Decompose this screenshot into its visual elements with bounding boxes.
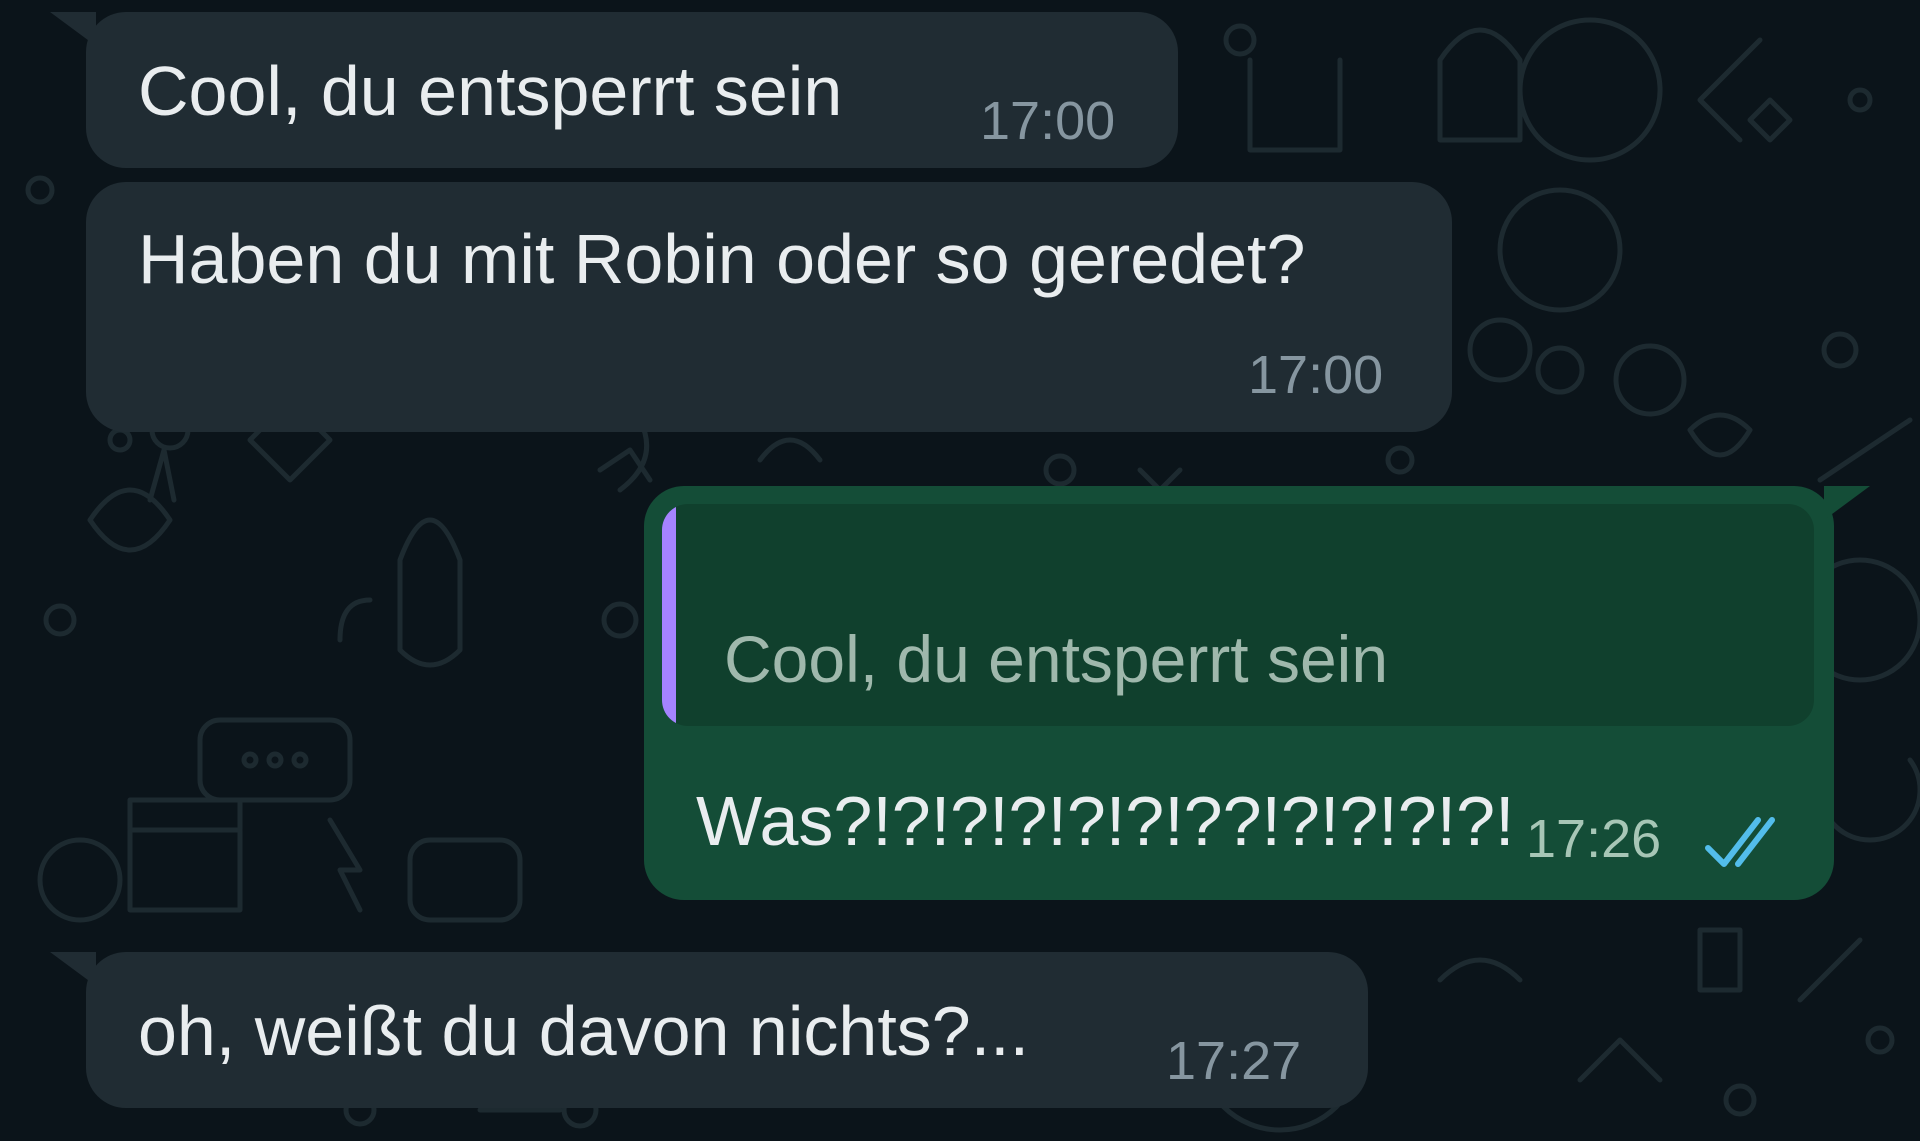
bubble-tail	[1824, 486, 1870, 520]
quoted-message-text: Cool, du entsperrt sein	[724, 622, 1389, 696]
bubble-tail	[50, 12, 96, 46]
message-text: Haben du mit Robin oder so geredet?	[138, 220, 1306, 298]
message-time: 17:27	[1166, 1031, 1302, 1091]
message-text: Cool, du entsperrt sein	[138, 52, 843, 130]
message-time: 17:26	[1526, 809, 1662, 869]
message-text: Was?!?!?!?!?!?!??!?!?!?!?!	[696, 782, 1515, 860]
message-text: oh, weißt du davon nichts?...	[138, 992, 1030, 1070]
incoming-message[interactable]: Cool, du entsperrt sein 17:00	[50, 12, 1178, 168]
bubble-tail	[50, 952, 96, 986]
incoming-message[interactable]: Haben du mit Robin oder so geredet? 17:0…	[86, 182, 1452, 432]
quoted-message[interactable]: Cool, du entsperrt sein	[662, 504, 1814, 726]
quote-accent-bar	[662, 504, 676, 726]
message-time: 17:00	[1248, 345, 1384, 405]
chat-area: Cool, du entsperrt sein 17:00 Haben du m…	[0, 0, 1920, 1141]
message-time: 17:00	[980, 91, 1116, 151]
double-check-icon	[1705, 817, 1775, 867]
outgoing-message[interactable]: Cool, du entsperrt sein Was?!?!?!?!?!?!?…	[644, 486, 1870, 900]
incoming-message[interactable]: oh, weißt du davon nichts?... 17:27	[50, 952, 1368, 1108]
